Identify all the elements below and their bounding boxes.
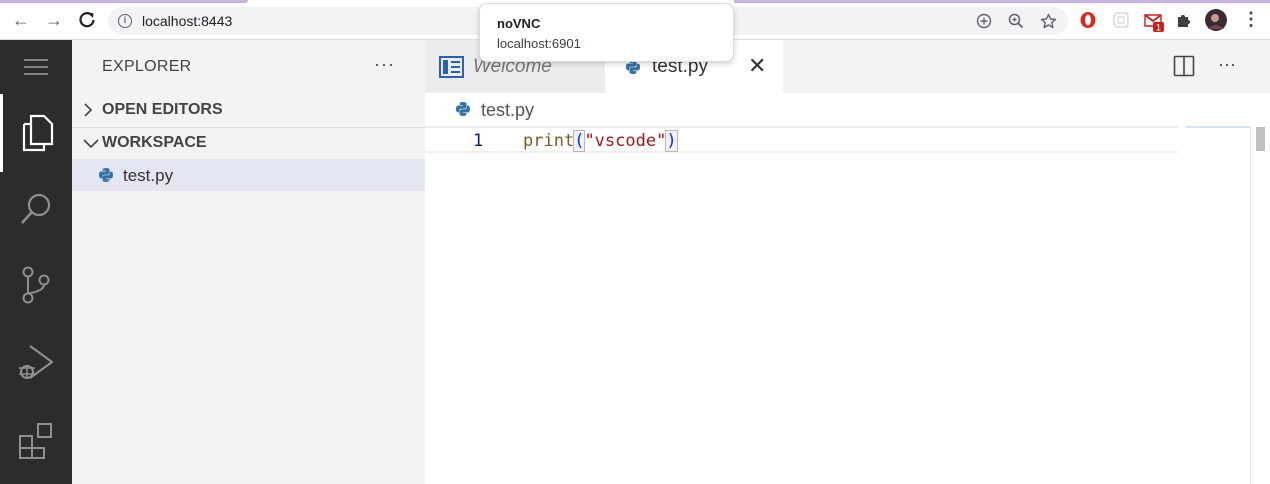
gmail-icon[interactable]: 1: [1144, 11, 1164, 33]
split-editor-icon: [1173, 55, 1195, 77]
file-name: test.py: [123, 166, 174, 185]
browser-tab-strip-right: [734, 0, 1270, 3]
minimap[interactable]: [1186, 126, 1250, 128]
split-editor-button[interactable]: [1173, 55, 1195, 82]
extensions-view-icon[interactable]: [0, 402, 72, 480]
section-label: WORKSPACE: [102, 134, 207, 151]
opera-icon[interactable]: [1079, 11, 1097, 29]
sidebar-title: EXPLORER: [102, 58, 192, 75]
welcome-icon: [439, 56, 464, 78]
close-tab-icon[interactable]: ✕: [748, 53, 766, 79]
explorer-sidebar: EXPLORER ··· OPEN EDITORS WORKSPACE test…: [72, 40, 425, 484]
browser-tab-strip: [0, 0, 248, 3]
tooltip-subtitle: localhost:6901: [497, 36, 581, 51]
file-item-test-py[interactable]: test.py: [72, 159, 425, 191]
line-number: 1: [473, 131, 484, 151]
breadcrumb-file[interactable]: test.py: [481, 100, 534, 121]
zoom-icon[interactable]: [1008, 13, 1024, 29]
tooltip-title: noVNC: [497, 16, 541, 31]
scrollbar-thumb[interactable]: [1256, 127, 1265, 151]
search-icon[interactable]: [0, 170, 72, 248]
editor-more-button[interactable]: ···: [1218, 54, 1236, 75]
sidebar-more-button[interactable]: ···: [374, 54, 395, 75]
add-icon[interactable]: [976, 13, 992, 29]
forward-button[interactable]: →: [44, 10, 64, 30]
reload-icon: [79, 12, 95, 28]
code-paren-close: ): [665, 130, 678, 152]
source-control-icon[interactable]: [0, 246, 72, 324]
code-line[interactable]: 1 print("vscode"): [425, 126, 1178, 153]
python-file-icon: [99, 168, 113, 182]
breadcrumb: test.py: [425, 93, 1270, 125]
back-arrow-icon: ←: [12, 9, 30, 30]
chevron-right-icon: [82, 101, 94, 122]
chevron-down-icon: [82, 134, 100, 155]
section-label: OPEN EDITORS: [102, 101, 223, 118]
code-paren-open: (: [573, 130, 586, 152]
reload-button[interactable]: [77, 10, 97, 30]
code-function: print: [523, 131, 575, 151]
browser-menu-icon[interactable]: ⋮: [1242, 9, 1260, 29]
tab-hover-tooltip: noVNC localhost:6901: [479, 3, 734, 62]
code-text[interactable]: print("vscode"): [523, 130, 678, 152]
explorer-icon[interactable]: [0, 94, 72, 172]
menu-icon[interactable]: [0, 40, 72, 94]
code-string: "vscode": [584, 131, 667, 151]
section-workspace[interactable]: WORKSPACE: [72, 128, 425, 158]
site-info-icon[interactable]: i: [118, 14, 132, 28]
forward-arrow-icon: →: [45, 9, 63, 30]
puzzle-grid-icon[interactable]: [1112, 11, 1130, 29]
run-debug-icon[interactable]: [0, 324, 72, 402]
section-open-editors[interactable]: OPEN EDITORS: [72, 95, 425, 125]
profile-avatar[interactable]: [1205, 9, 1227, 31]
url-text[interactable]: localhost:8443: [142, 13, 232, 29]
editor-area: Welcome test.py ✕ ··· test.py 1 print("v…: [425, 40, 1270, 484]
svg-text:1: 1: [1156, 23, 1161, 33]
extensions-icon[interactable]: [1175, 11, 1193, 29]
vertical-scrollbar[interactable]: [1250, 126, 1270, 484]
python-file-icon: [456, 102, 470, 116]
back-button[interactable]: ←: [11, 10, 31, 30]
star-icon[interactable]: [1040, 13, 1057, 29]
activity-bar: [0, 40, 72, 484]
